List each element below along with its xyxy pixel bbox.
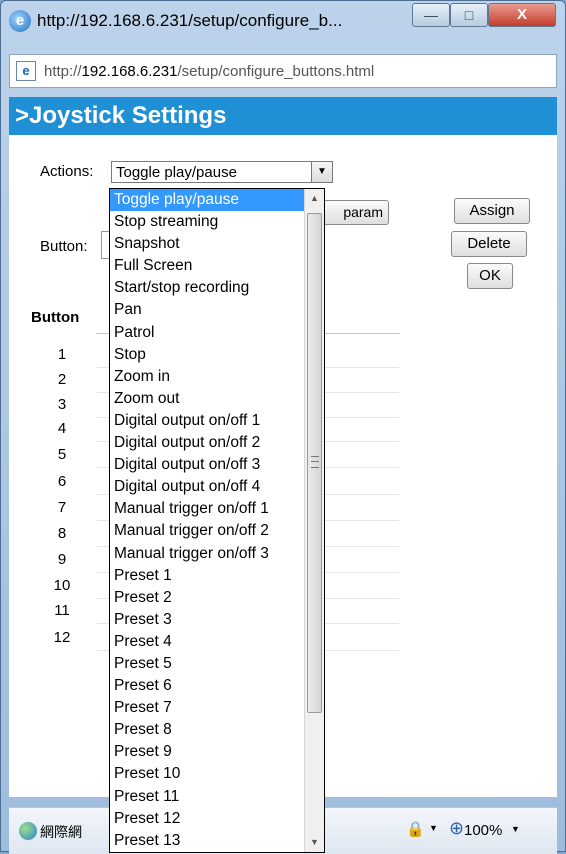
dropdown-option[interactable]: Preset 9 [110, 741, 324, 763]
dropdown-option[interactable]: Preset 6 [110, 675, 324, 697]
address-bar[interactable]: e http://192.168.6.231/setup/configure_b… [9, 54, 557, 88]
dropdown-option[interactable]: Stop [110, 344, 324, 366]
protected-mode-icon[interactable]: 🔒 [406, 820, 425, 838]
dropdown-option[interactable]: Snapshot [110, 233, 324, 255]
delete-button[interactable]: Delete [451, 231, 527, 257]
window-title: http://192.168.6.231/setup/configure_b..… [37, 11, 343, 30]
dropdown-option[interactable]: Preset 4 [110, 631, 324, 653]
minimize-button[interactable]: — [412, 3, 450, 27]
dropdown-option[interactable]: Preset 5 [110, 653, 324, 675]
scroll-thumb[interactable] [307, 213, 322, 713]
dropdown-option[interactable]: Full Screen [110, 255, 324, 277]
dropdown-option[interactable]: Preset 8 [110, 719, 324, 741]
dropdown-option[interactable]: Start/stop recording [110, 277, 324, 299]
dropdown-option[interactable]: Digital output on/off 2 [110, 432, 324, 454]
scroll-grip-icon [311, 456, 319, 468]
dropdown-option[interactable]: Preset 10 [110, 763, 324, 785]
dropdown-option[interactable]: Digital output on/off 3 [110, 454, 324, 476]
actions-dropdown-list[interactable]: Toggle play/pause Stop streaming Snapshot F… [109, 188, 325, 853]
scroll-down-icon[interactable]: ▼ [305, 833, 324, 852]
actions-label: Actions: [40, 163, 94, 180]
dropdown-option[interactable]: Preset 7 [110, 697, 324, 719]
dropdown-option[interactable]: Digital output on/off 4 [110, 476, 324, 498]
ok-button[interactable]: OK [467, 263, 513, 289]
dropdown-option[interactable]: Manual trigger on/off 2 [110, 520, 324, 542]
dropdown-option[interactable]: Stop streaming [110, 211, 324, 233]
address-url[interactable]: http://192.168.6.231/setup/configure_but… [44, 63, 374, 80]
dropdown-options: Toggle play/pause Stop streaming Snapshot F… [110, 189, 324, 852]
chevron-down-icon[interactable]: ▼ [311, 162, 332, 182]
close-button[interactable]: X [488, 3, 556, 27]
dropdown-option[interactable]: Manual trigger on/off 1 [110, 498, 324, 520]
dropdown-scrollbar[interactable]: ▲ ▼ [304, 189, 324, 852]
actions-select[interactable]: Toggle play/pause ▼ [111, 161, 333, 183]
assign-button[interactable]: Assign [454, 198, 530, 224]
zoom-level[interactable]: 100% [464, 822, 502, 839]
dropdown-option[interactable]: Manual trigger on/off 3 [110, 543, 324, 565]
page-title: >Joystick Settings [9, 97, 557, 135]
internet-explorer-icon: e [9, 10, 31, 32]
dropdown-option[interactable]: Preset 13 [110, 830, 324, 852]
dropdown-option[interactable]: Preset 11 [110, 786, 324, 808]
button-label: Button: [40, 238, 88, 255]
table-header-button: Button [31, 309, 80, 326]
browser-window: e http://192.168.6.231/setup/configure_b… [0, 0, 566, 854]
dropdown-option[interactable]: Preset 1 [110, 565, 324, 587]
dropdown-option[interactable]: Pan [110, 299, 324, 321]
dropdown-option[interactable]: Toggle play/pause [110, 189, 324, 212]
title-bar: e http://192.168.6.231/setup/configure_b… [1, 1, 565, 41]
dropdown-option[interactable]: Patrol [110, 322, 324, 344]
chevron-down-icon[interactable]: ▼ [511, 824, 520, 834]
globe-icon [19, 822, 37, 840]
dropdown-option[interactable]: Digital output on/off 1 [110, 410, 324, 432]
dropdown-option[interactable]: Preset 3 [110, 609, 324, 631]
dropdown-option[interactable]: Zoom in [110, 366, 324, 388]
dropdown-option[interactable]: Zoom out [110, 388, 324, 410]
security-zone-text: 網際網 [40, 824, 82, 840]
actions-select-value: Toggle play/pause [116, 164, 237, 181]
dropdown-option[interactable]: Preset 2 [110, 587, 324, 609]
dropdown-option[interactable]: Preset 12 [110, 808, 324, 830]
scroll-up-icon[interactable]: ▲ [305, 189, 324, 208]
maximize-button[interactable]: □ [450, 3, 488, 27]
zoom-icon[interactable]: ⊕ [449, 818, 464, 839]
chevron-down-icon[interactable]: ▼ [429, 823, 438, 833]
page-icon: e [16, 61, 36, 81]
